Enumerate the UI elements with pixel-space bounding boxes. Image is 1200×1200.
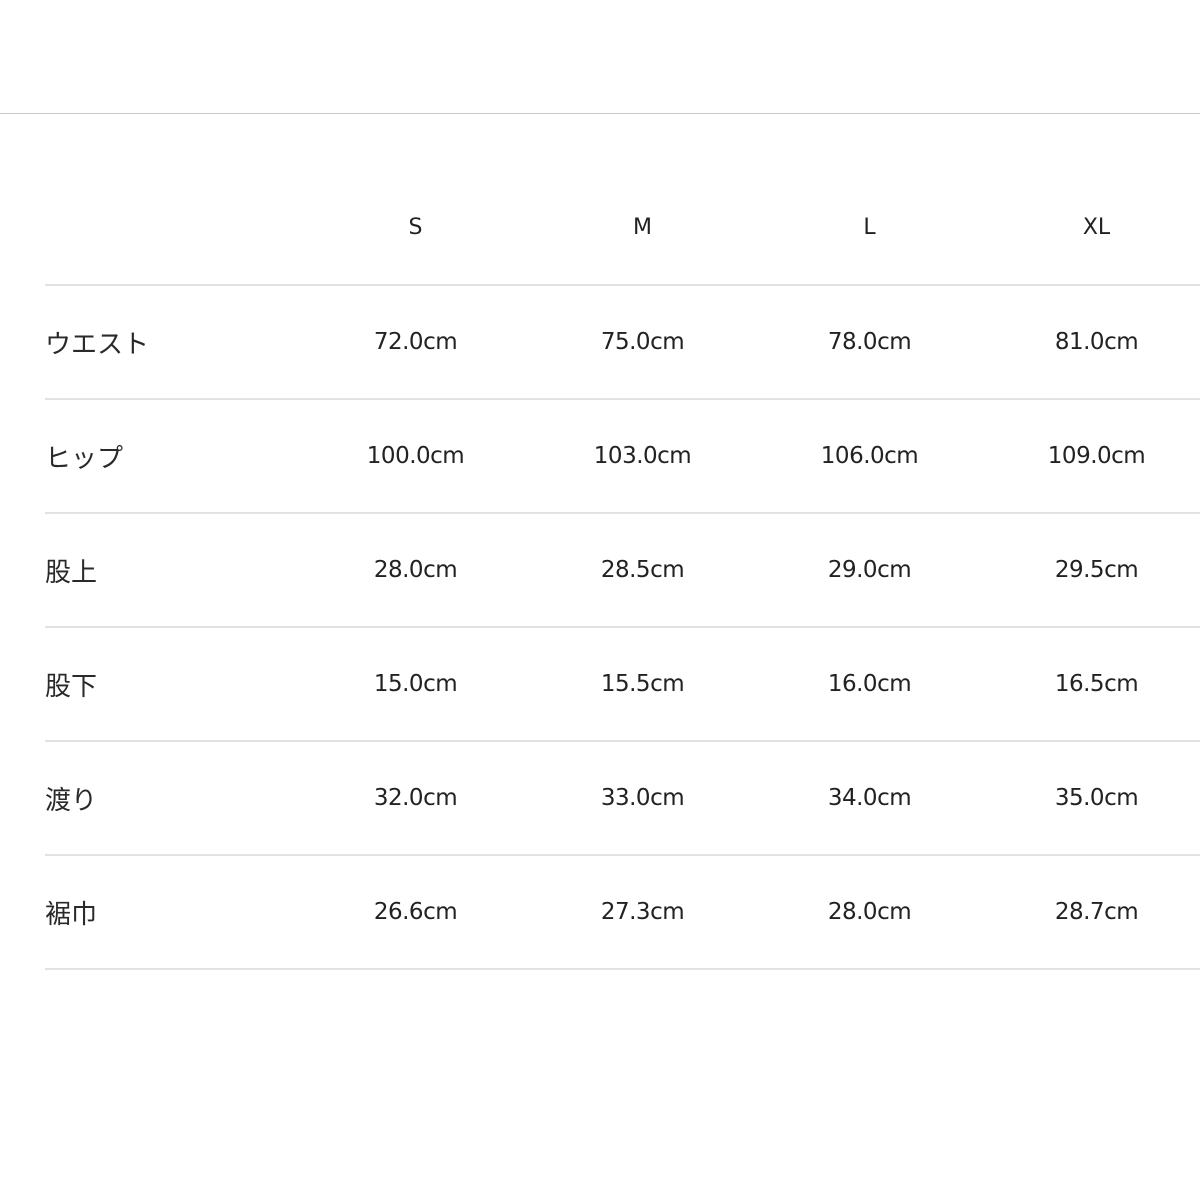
row-label: 股下 [45, 627, 302, 742]
table-cell: 16.0cm [756, 627, 983, 742]
table-cell: 26.6cm [302, 855, 529, 970]
table-cell: 28.5cm [529, 513, 756, 628]
size-header-row: S M L XL [45, 170, 1200, 286]
table-cell: 106.0cm [756, 399, 983, 514]
table-cell: 15.0cm [302, 627, 529, 742]
table-cell: 109.0cm [983, 399, 1200, 514]
table-row-hip: ヒップ 100.0cm 103.0cm 106.0cm 109.0cm [45, 399, 1200, 514]
table-row-thigh: 渡り 32.0cm 33.0cm 34.0cm 35.0cm [45, 741, 1200, 856]
table-cell: 15.5cm [529, 627, 756, 742]
table-row-hem-width: 裾巾 26.6cm 27.3cm 28.0cm 28.7cm [45, 855, 1200, 970]
table-cell: 28.7cm [983, 855, 1200, 970]
table-cell: 29.5cm [983, 513, 1200, 628]
table-cell: 33.0cm [529, 741, 756, 856]
size-header-l: L [756, 170, 983, 286]
table-cell: 72.0cm [302, 285, 529, 400]
row-label: 渡り [45, 741, 302, 856]
table-cell: 100.0cm [302, 399, 529, 514]
row-label: 股上 [45, 513, 302, 628]
table-cell: 32.0cm [302, 741, 529, 856]
table-row-rise: 股上 28.0cm 28.5cm 29.0cm 29.5cm [45, 513, 1200, 628]
size-header-m: M [529, 170, 756, 286]
table-cell: 29.0cm [756, 513, 983, 628]
table-cell: 28.0cm [756, 855, 983, 970]
size-header-s: S [302, 170, 529, 286]
table-cell: 35.0cm [983, 741, 1200, 856]
size-header-xl: XL [983, 170, 1200, 286]
table-row-waist: ウエスト 72.0cm 75.0cm 78.0cm 81.0cm [45, 285, 1200, 400]
row-label: 裾巾 [45, 855, 302, 970]
table-cell: 28.0cm [302, 513, 529, 628]
table-cell: 75.0cm [529, 285, 756, 400]
table-cell: 34.0cm [756, 741, 983, 856]
size-chart-table: S M L XL ウエスト 72.0cm 75.0cm 78.0cm 81.0c… [45, 170, 1200, 970]
header-corner-cell [45, 170, 302, 286]
row-label: ヒップ [45, 399, 302, 514]
table-cell: 27.3cm [529, 855, 756, 970]
header-divider [0, 113, 1200, 114]
table-cell: 81.0cm [983, 285, 1200, 400]
table-cell: 103.0cm [529, 399, 756, 514]
table-cell: 78.0cm [756, 285, 983, 400]
table-row-inseam: 股下 15.0cm 15.5cm 16.0cm 16.5cm [45, 627, 1200, 742]
table-cell: 16.5cm [983, 627, 1200, 742]
row-label: ウエスト [45, 285, 302, 400]
